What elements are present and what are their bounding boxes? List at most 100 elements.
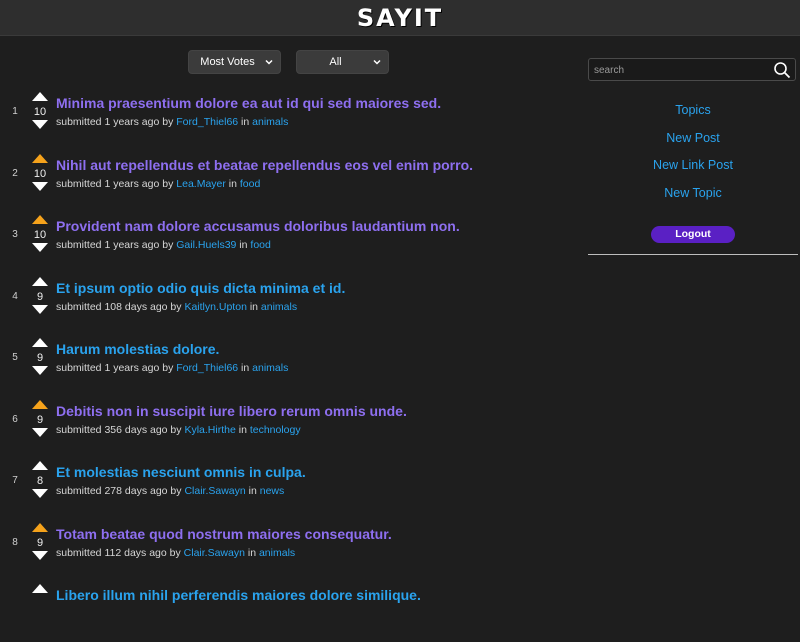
- post-score: 9: [36, 290, 44, 303]
- post-title-link[interactable]: Harum molestias dolore.: [56, 341, 219, 357]
- post-topic-link[interactable]: technology: [250, 424, 301, 436]
- downvote-arrow-icon[interactable]: [32, 366, 48, 376]
- post-age: 1 years ago: [104, 362, 160, 374]
- post-item: 7 8 Et molestias nesciunt omnis in culpa. s…: [0, 457, 580, 519]
- post-author-link[interactable]: Clair.Sawayn: [184, 547, 245, 559]
- sidebar-divider: [588, 254, 798, 255]
- post-title-link[interactable]: Totam beatae quod nostrum maiores conseq…: [56, 526, 392, 542]
- post-topic-link[interactable]: animals: [259, 547, 295, 559]
- post-topic-link[interactable]: news: [260, 485, 285, 497]
- new-link-post-link[interactable]: New Link Post: [588, 158, 798, 186]
- post-meta: submitted 356 days ago by Kyla.Hirthe in…: [56, 423, 301, 436]
- post-topic-link[interactable]: food: [240, 178, 260, 190]
- sort-select-value: Most Votes: [200, 56, 255, 68]
- post-title-link[interactable]: Provident nam dolore accusamus doloribus…: [56, 218, 460, 234]
- post-item: 5 9 Harum molestias dolore. submitted 1 yea…: [0, 334, 580, 396]
- downvote-arrow-icon[interactable]: [32, 489, 48, 499]
- post-rank: 1: [12, 106, 18, 117]
- post-item: Libero illum nihil perferendis maiores d…: [0, 580, 580, 642]
- topics-link[interactable]: Topics: [588, 103, 798, 131]
- post-age: 278 days ago: [104, 485, 168, 497]
- post-topic-link[interactable]: animals: [261, 301, 297, 313]
- post-age: 1 years ago: [104, 116, 160, 128]
- post-age: 112 days ago: [104, 546, 167, 559]
- top-bar: SAYIT: [0, 0, 800, 36]
- post-meta: submitted 112 days ago by Clair.Sawayn i…: [56, 546, 296, 559]
- downvote-arrow-icon[interactable]: [32, 304, 48, 315]
- post-topic-link[interactable]: food: [250, 239, 270, 251]
- post-rank: 5: [12, 352, 18, 363]
- upvote-arrow-icon[interactable]: [32, 460, 48, 470]
- new-topic-link[interactable]: New Topic: [588, 186, 798, 214]
- post-score: 10: [33, 167, 47, 180]
- topic-filter-select[interactable]: All: [296, 50, 389, 74]
- post-title-link[interactable]: Libero illum nihil perferendis maiores d…: [56, 587, 421, 603]
- sidebar: Topics New Post New Link Post New Topic …: [588, 58, 798, 255]
- sort-select[interactable]: Most Votes: [188, 50, 281, 74]
- downvote-arrow-icon[interactable]: [32, 120, 48, 130]
- post-author-link[interactable]: Clair.Sawayn: [184, 485, 245, 497]
- site-logo[interactable]: SAYIT: [0, 4, 800, 32]
- downvote-arrow-icon[interactable]: [32, 181, 48, 192]
- downvote-arrow-icon[interactable]: [32, 550, 48, 561]
- post-topic-link[interactable]: animals: [252, 116, 288, 128]
- post-rank: 8: [12, 536, 18, 548]
- upvote-arrow-icon[interactable]: [32, 399, 48, 409]
- chevron-down-icon: [265, 59, 273, 65]
- post-score: 9: [36, 413, 44, 426]
- post-item: 1 10 Minima praesentium dolore ea aut id q…: [0, 88, 580, 150]
- post-title-link[interactable]: Nihil aut repellendus et beatae repellen…: [56, 157, 473, 173]
- post-rank: 6: [12, 413, 18, 425]
- topic-filter-value: All: [329, 56, 342, 68]
- logout-button[interactable]: Logout: [651, 226, 735, 243]
- post-meta: submitted 1 years ago by Ford_Thiel66 in…: [56, 362, 289, 374]
- post-author-link[interactable]: Kyla.Hirthe: [184, 424, 235, 436]
- post-title-link[interactable]: Et molestias nesciunt omnis in culpa.: [56, 464, 306, 480]
- post-item: 3 10 Provident nam dolore accusamus dolori…: [0, 211, 580, 273]
- post-item: 2 10 Nihil aut repellendus et beatae repel…: [0, 150, 580, 212]
- post-feed: 1 10 Minima praesentium dolore ea aut id q…: [0, 88, 580, 642]
- post-rank: 3: [12, 229, 18, 240]
- post-meta: submitted 108 days ago by Kaitlyn.Upton …: [56, 300, 298, 313]
- post-meta: submitted 278 days ago by Clair.Sawayn i…: [56, 485, 285, 497]
- post-rank: 4: [12, 290, 18, 302]
- post-rank: 2: [12, 167, 18, 179]
- post-score: 10: [33, 229, 47, 241]
- post-author-link[interactable]: Lea.Mayer: [176, 178, 226, 190]
- feed-filters: Most Votes All: [188, 50, 389, 74]
- new-post-link[interactable]: New Post: [588, 131, 798, 159]
- post-score: 9: [36, 352, 44, 364]
- downvote-arrow-icon[interactable]: [32, 243, 48, 253]
- search-input[interactable]: [589, 59, 776, 82]
- post-title-link[interactable]: Minima praesentium dolore ea aut id qui …: [56, 95, 441, 111]
- post-author-link[interactable]: Gail.Huels39: [176, 239, 236, 251]
- downvote-arrow-icon[interactable]: [32, 427, 48, 438]
- post-score: 9: [36, 536, 44, 549]
- post-author-link[interactable]: Ford_Thiel66: [176, 116, 238, 128]
- upvote-arrow-icon[interactable]: [32, 522, 48, 532]
- post-score: 10: [33, 106, 47, 118]
- post-item: 6 9 Debitis non in suscipit iure libero re…: [0, 396, 580, 458]
- post-rank: 7: [12, 475, 18, 486]
- upvote-arrow-icon[interactable]: [32, 276, 48, 286]
- search-box: [588, 58, 796, 82]
- post-title-link[interactable]: Debitis non in suscipit iure libero reru…: [56, 403, 407, 419]
- post-item: 4 9 Et ipsum optio odio quis dicta minima …: [0, 273, 580, 335]
- post-title-link[interactable]: Et ipsum optio odio quis dicta minima et…: [56, 280, 345, 296]
- post-age: 356 days ago: [104, 423, 168, 436]
- upvote-arrow-icon[interactable]: [32, 214, 48, 224]
- post-author-link[interactable]: Ford_Thiel66: [176, 362, 238, 374]
- post-meta: submitted 1 years ago by Lea.Mayer in fo…: [56, 177, 261, 190]
- post-age: 108 days ago: [104, 300, 168, 313]
- post-topic-link[interactable]: animals: [252, 362, 288, 374]
- upvote-arrow-icon[interactable]: [32, 153, 48, 163]
- post-meta: submitted 1 years ago by Gail.Huels39 in…: [56, 239, 271, 251]
- upvote-arrow-icon[interactable]: [32, 91, 48, 101]
- search-icon[interactable]: [773, 61, 791, 79]
- sidebar-nav: Topics New Post New Link Post New Topic: [588, 103, 798, 213]
- post-author-link[interactable]: Kaitlyn.Upton: [184, 301, 246, 313]
- upvote-arrow-icon[interactable]: [32, 583, 48, 593]
- upvote-arrow-icon[interactable]: [32, 337, 48, 347]
- post-item: 8 9 Totam beatae quod nostrum maiores cons…: [0, 519, 580, 581]
- post-age: 1 years ago: [104, 239, 160, 251]
